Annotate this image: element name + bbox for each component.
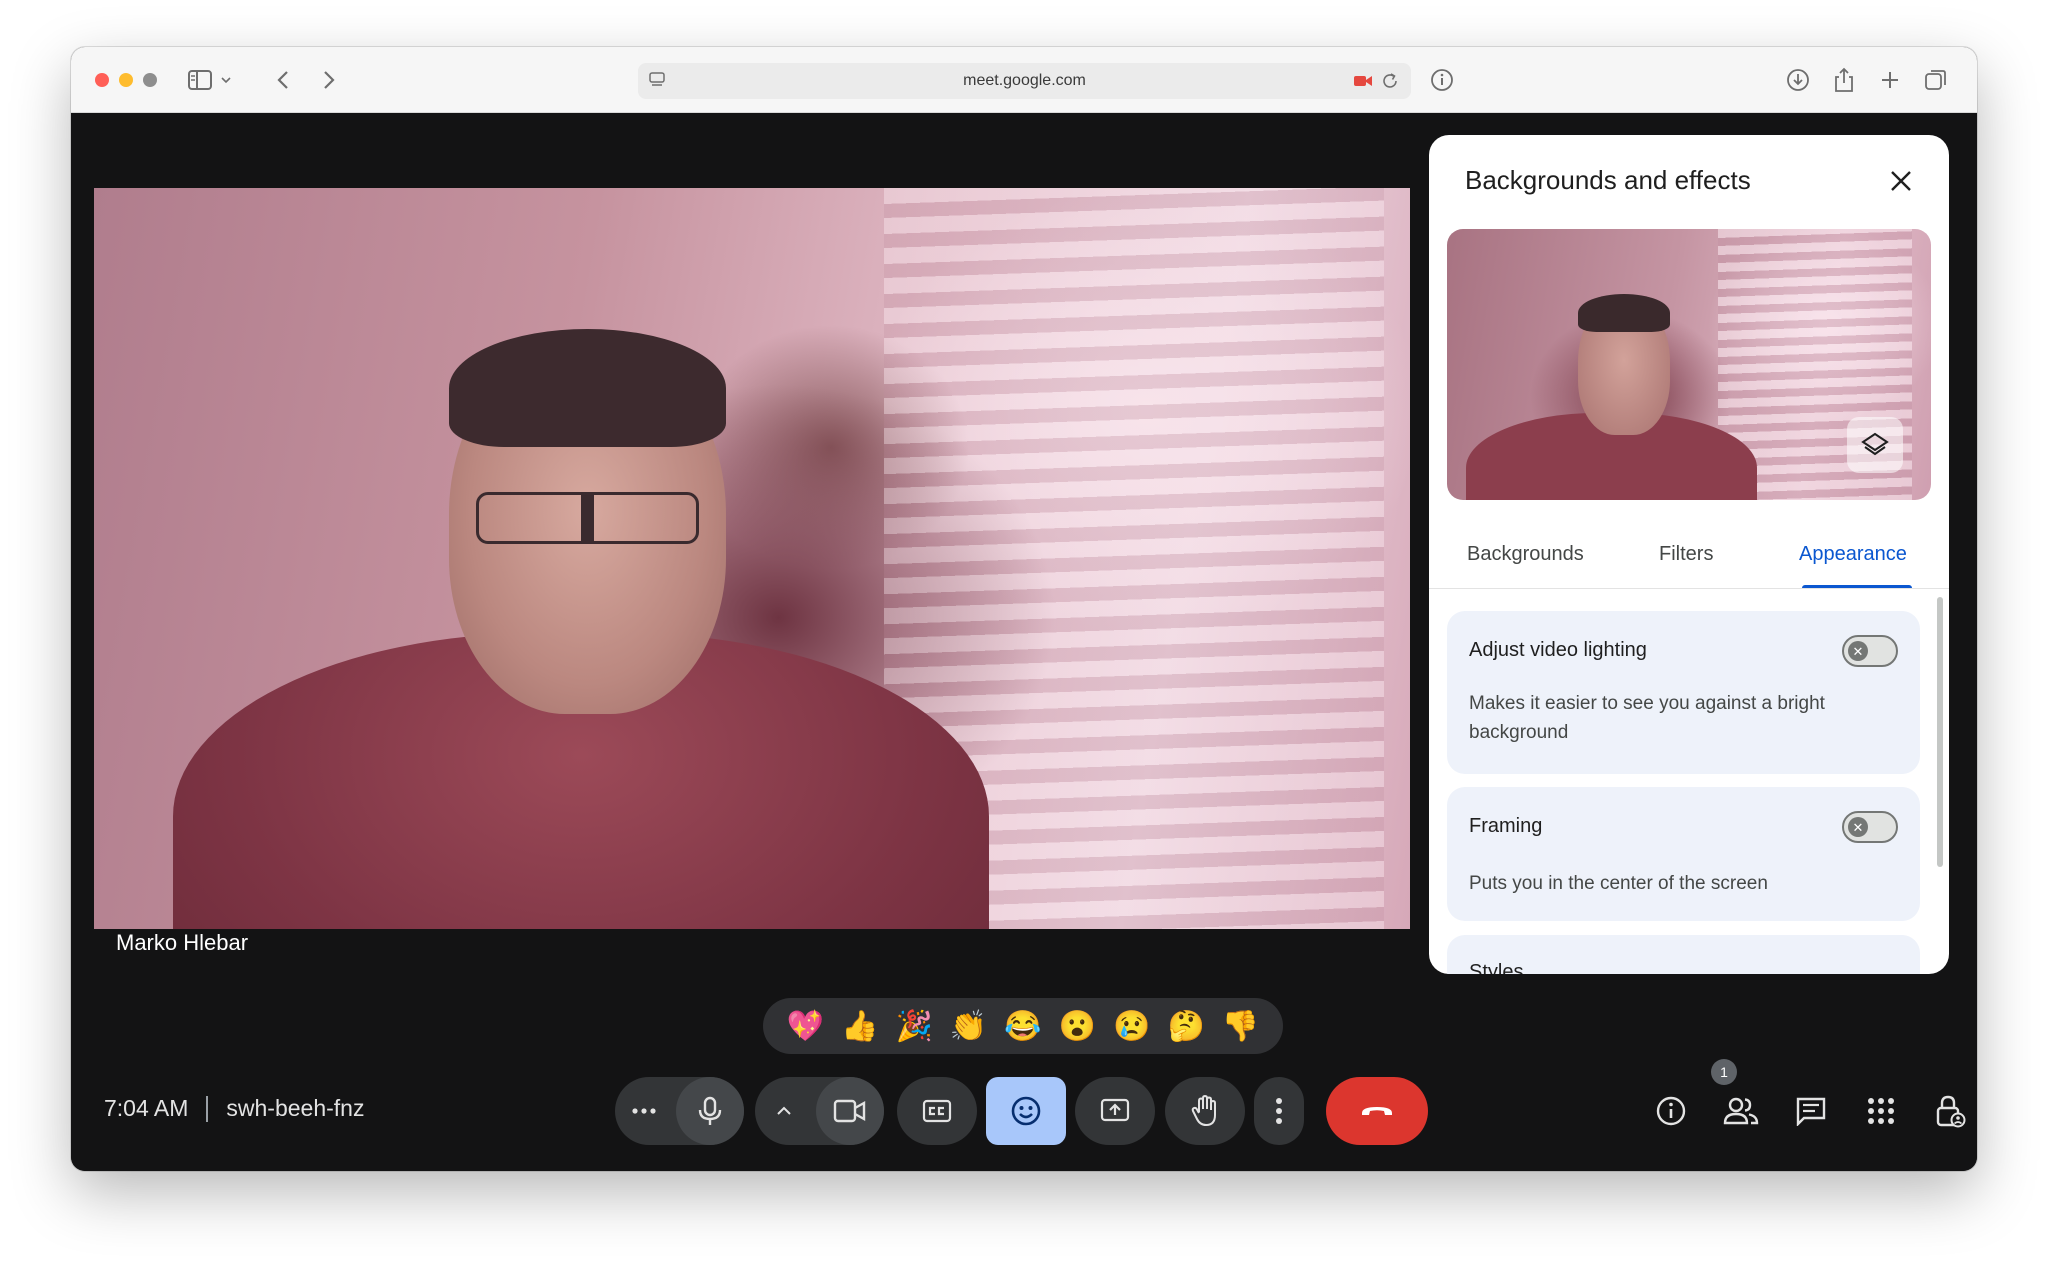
- camera-in-use-icon[interactable]: [1353, 73, 1373, 94]
- toggle-off-icon: ✕: [1848, 817, 1868, 837]
- browser-window: meet.google.com Marko Hlebar Backgrounds…: [71, 47, 1977, 1171]
- chevron-down-icon[interactable]: [219, 63, 233, 97]
- emoji-thumbs-down[interactable]: 👎: [1221, 1006, 1261, 1046]
- reactions-bar: 💖 👍 🎉 👏 😂 😮 😢 🤔 👎: [763, 998, 1283, 1054]
- closed-captions-icon: [922, 1099, 952, 1123]
- emoji-tears-of-joy[interactable]: 😂: [1003, 1006, 1043, 1046]
- toggle-off-icon: ✕: [1848, 641, 1868, 661]
- audio-settings-icon[interactable]: [615, 1077, 673, 1145]
- emoji-clapping-hands[interactable]: 👏: [949, 1006, 989, 1046]
- emoji-thumbs-up[interactable]: 👍: [840, 1006, 880, 1046]
- close-window-button[interactable]: [95, 73, 109, 87]
- preview-hair: [1577, 294, 1670, 332]
- meeting-info-divider: [206, 1095, 209, 1122]
- participant-count-badge: 1: [1711, 1059, 1737, 1085]
- address-bar[interactable]: meet.google.com: [638, 63, 1411, 99]
- sidebar-icon[interactable]: [185, 63, 215, 97]
- reactions-button[interactable]: [986, 1077, 1066, 1145]
- hang-up-icon: [1362, 1107, 1392, 1115]
- zoom-window-button[interactable]: [143, 73, 157, 87]
- emoji-thinking[interactable]: 🤔: [1166, 1006, 1206, 1046]
- appearance-settings: Adjust video lighting ✕ Makes it easier …: [1429, 591, 1949, 974]
- effects-panel: Backgrounds and effects Backgrounds Filt…: [1429, 135, 1949, 974]
- browser-toolbar: meet.google.com: [71, 47, 1977, 113]
- close-icon[interactable]: [1883, 163, 1919, 199]
- site-settings-icon[interactable]: [648, 71, 666, 94]
- info-icon[interactable]: [1427, 63, 1457, 97]
- framing-toggle[interactable]: ✕: [1842, 811, 1898, 843]
- smiley-icon: [1011, 1096, 1041, 1126]
- url-text: meet.google.com: [963, 72, 1086, 89]
- forward-icon[interactable]: [317, 63, 341, 97]
- lighting-title: Adjust video lighting: [1469, 639, 1647, 661]
- activities-icon[interactable]: [1861, 1091, 1901, 1131]
- framing-title: Framing: [1469, 815, 1543, 837]
- participant-hair: [449, 328, 726, 448]
- styles-card[interactable]: Styles: [1447, 935, 1920, 974]
- chevron-up-icon[interactable]: [755, 1077, 813, 1145]
- more-vert-icon: [1276, 1098, 1282, 1124]
- leave-call-button[interactable]: [1326, 1077, 1428, 1145]
- tab-backgrounds[interactable]: Backgrounds: [1467, 543, 1584, 566]
- hand-icon: [1191, 1095, 1216, 1127]
- participant-name: Marko Hlebar: [116, 930, 249, 955]
- styles-title: Styles: [1469, 961, 1524, 974]
- reload-icon[interactable]: [1381, 72, 1399, 95]
- download-icon[interactable]: [1783, 63, 1813, 97]
- meet-stage: Marko Hlebar Backgrounds and effects Bac…: [71, 113, 1977, 1171]
- participant-video: [94, 188, 1410, 929]
- emoji-crying[interactable]: 😢: [1112, 1006, 1152, 1046]
- emoji-party-popper[interactable]: 🎉: [894, 1006, 934, 1046]
- emoji-surprised[interactable]: 😮: [1057, 1006, 1097, 1046]
- back-icon[interactable]: [271, 63, 295, 97]
- more-options-button[interactable]: [1254, 1077, 1304, 1145]
- active-tab-indicator: [1802, 585, 1912, 588]
- self-preview: [1447, 229, 1931, 500]
- meeting-details-icon[interactable]: [1651, 1091, 1691, 1131]
- meeting-time: 7:04 AM: [104, 1095, 189, 1121]
- share-icon[interactable]: [1829, 63, 1859, 97]
- tab-filters[interactable]: Filters: [1659, 543, 1713, 566]
- host-controls-lock-icon[interactable]: [1931, 1091, 1971, 1131]
- captions-button[interactable]: [897, 1077, 977, 1145]
- meeting-info: 7:04 AM swh-beeh-fnz: [104, 1095, 364, 1122]
- new-tab-icon[interactable]: [1875, 63, 1905, 97]
- camera-button[interactable]: [816, 1077, 884, 1145]
- camera-icon: [833, 1099, 866, 1123]
- microphone-icon: [698, 1096, 722, 1125]
- layers-icon[interactable]: [1847, 417, 1903, 473]
- people-icon[interactable]: [1721, 1091, 1761, 1131]
- panel-title: Backgrounds and effects: [1465, 165, 1751, 195]
- present-button[interactable]: [1075, 1077, 1155, 1145]
- raise-hand-button[interactable]: [1165, 1077, 1245, 1145]
- lighting-description: Makes it easier to see you against a bri…: [1469, 693, 1825, 743]
- present-screen-icon: [1100, 1098, 1130, 1122]
- participant-glasses: [475, 491, 700, 544]
- microphone-button[interactable]: [676, 1077, 744, 1145]
- lighting-card: Adjust video lighting ✕ Makes it easier …: [1447, 611, 1920, 774]
- tab-overview-icon[interactable]: [1921, 63, 1951, 97]
- minimize-window-button[interactable]: [119, 73, 133, 87]
- panel-scrollbar[interactable]: [1937, 597, 1943, 867]
- framing-description: Puts you in the center of the screen: [1469, 873, 1768, 894]
- lighting-toggle[interactable]: ✕: [1842, 635, 1898, 667]
- chat-icon[interactable]: [1791, 1091, 1831, 1131]
- meeting-code: swh-beeh-fnz: [226, 1095, 365, 1121]
- effects-tabs: Backgrounds Filters Appearance: [1429, 525, 1949, 589]
- emoji-sparkling-heart[interactable]: 💖: [785, 1006, 825, 1046]
- framing-card: Framing ✕ Puts you in the center of the …: [1447, 787, 1920, 921]
- tab-appearance[interactable]: Appearance: [1799, 543, 1907, 566]
